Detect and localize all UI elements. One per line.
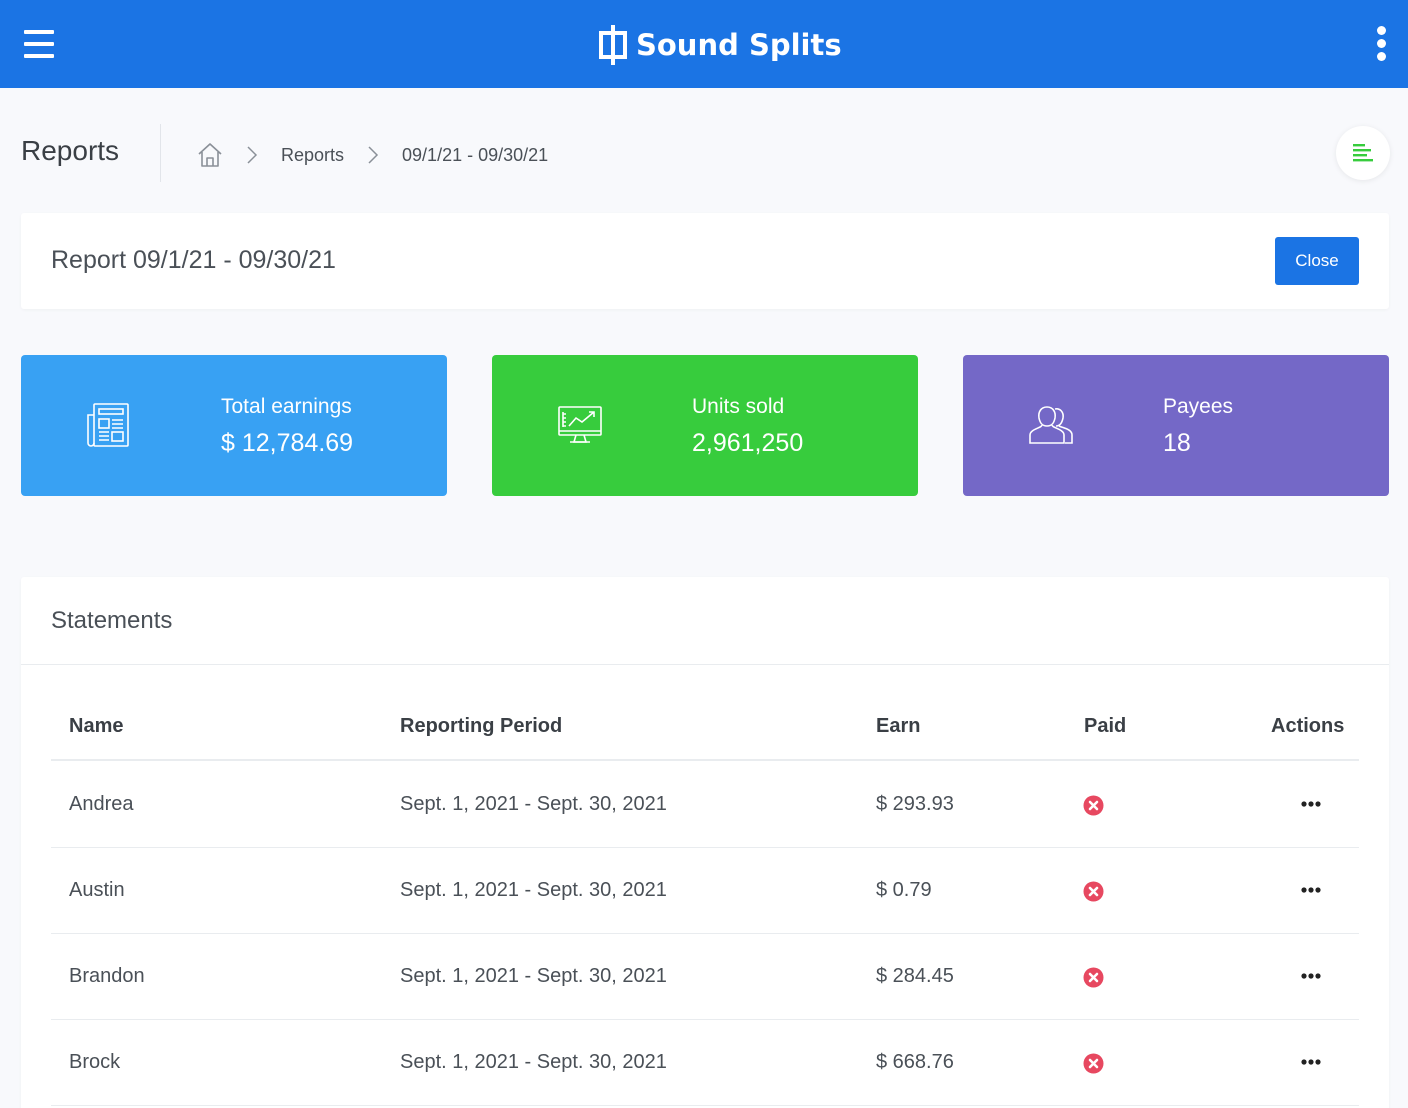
x-circle-icon[interactable] [1083, 967, 1104, 988]
align-left-menu-button[interactable] [1336, 126, 1390, 180]
brand-name: Sound Splits [636, 28, 842, 62]
newspaper-icon [87, 403, 129, 447]
cell-name: Andrea [69, 793, 134, 815]
column-header-actions: Actions [1271, 715, 1345, 737]
chevron-right-icon [368, 146, 379, 164]
table-row: Austin Sept. 1, 2021 - Sept. 30, 2021 $ … [51, 848, 1359, 934]
align-left-icon [1353, 144, 1373, 162]
stat-card-units-sold: Units sold 2,961,250 [492, 355, 918, 496]
ellipsis-icon[interactable] [1301, 972, 1321, 980]
breadcrumb-current: 09/1/21 - 09/30/21 [402, 144, 549, 165]
chevron-right-icon [247, 146, 258, 164]
report-title: Report 09/1/21 - 09/30/21 [51, 246, 336, 274]
cell-period: Sept. 1, 2021 - Sept. 30, 2021 [400, 1051, 667, 1073]
stat-label: Total earnings [221, 395, 352, 418]
stat-card-total-earnings: Total earnings $ 12,784.69 [21, 355, 447, 496]
cell-period: Sept. 1, 2021 - Sept. 30, 2021 [400, 965, 667, 987]
top-navbar: Sound Splits [0, 0, 1408, 88]
column-header-paid[interactable]: Paid [1084, 715, 1126, 738]
stat-label: Units sold [692, 395, 785, 418]
cell-period: Sept. 1, 2021 - Sept. 30, 2021 [400, 793, 667, 815]
cell-name: Brandon [69, 965, 145, 987]
ellipsis-icon[interactable] [1301, 1058, 1321, 1066]
cell-earn: $ 0.79 [876, 879, 932, 901]
x-circle-icon[interactable] [1083, 795, 1104, 816]
cell-period: Sept. 1, 2021 - Sept. 30, 2021 [400, 879, 667, 901]
ellipsis-icon[interactable] [1301, 800, 1321, 808]
stat-value: 18 [1163, 429, 1191, 457]
stat-card-payees: Payees 18 [963, 355, 1389, 496]
column-header-name[interactable]: Name [69, 715, 123, 738]
cell-earn: $ 284.45 [876, 965, 954, 987]
cell-name: Austin [69, 879, 125, 901]
report-header-card: Report 09/1/21 - 09/30/21 Close [21, 213, 1389, 309]
column-header-reporting-period[interactable]: Reporting Period [400, 715, 562, 738]
page-title: Reports [21, 135, 120, 166]
table-row: Andrea Sept. 1, 2021 - Sept. 30, 2021 $ … [51, 762, 1359, 848]
brand-logo[interactable]: Sound Splits [598, 24, 842, 66]
divider [21, 664, 1389, 665]
table-header: Name Reporting Period Earn Paid Actions [51, 701, 1359, 761]
home-icon[interactable] [197, 141, 223, 169]
logo-icon [599, 25, 627, 65]
x-circle-icon[interactable] [1083, 881, 1104, 902]
table-row: Brock Sept. 1, 2021 - Sept. 30, 2021 $ 6… [51, 1020, 1359, 1106]
breadcrumb-reports-link[interactable]: Reports [281, 145, 344, 166]
monitor-chart-icon [558, 406, 602, 443]
column-header-earn[interactable]: Earn [876, 715, 920, 738]
header-divider [160, 124, 161, 182]
users-icon [1029, 406, 1073, 444]
statements-card: Statements Name Reporting Period Earn Pa… [21, 577, 1389, 1108]
close-button[interactable]: Close [1275, 237, 1359, 285]
hamburger-menu-icon[interactable] [24, 30, 54, 58]
stat-value: $ 12,784.69 [221, 429, 354, 457]
x-circle-icon[interactable] [1083, 1053, 1104, 1074]
table-row: Brandon Sept. 1, 2021 - Sept. 30, 2021 $… [51, 934, 1359, 1020]
cell-earn: $ 293.93 [876, 793, 954, 815]
cell-earn: $ 668.76 [876, 1051, 954, 1073]
more-options-icon[interactable] [1372, 26, 1392, 62]
stat-label: Payees [1163, 395, 1234, 418]
stat-value: 2,961,250 [692, 429, 804, 457]
breadcrumb: Reports 09/1/21 - 09/30/21 [197, 138, 548, 172]
cell-name: Brock [69, 1051, 121, 1073]
statements-title: Statements [51, 607, 173, 634]
ellipsis-icon[interactable] [1301, 886, 1321, 894]
